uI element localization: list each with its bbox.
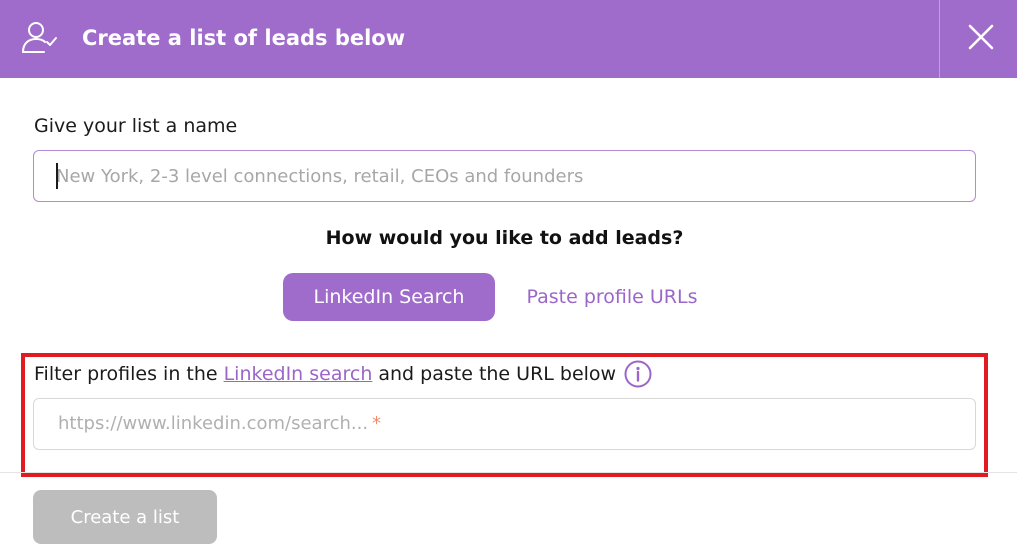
create-list-dialog: Create a list of leads below Give your l… (0, 0, 1017, 555)
filter-suffix: and paste the URL below (378, 363, 617, 385)
text-caret (56, 163, 58, 189)
tab-paste-profile-urls[interactable]: Paste profile URLs (512, 273, 712, 321)
add-leads-question: How would you like to add leads? (325, 227, 684, 249)
list-name-label: Give your list a name (34, 115, 238, 137)
dialog-title: Create a list of leads below (82, 26, 406, 50)
list-name-input[interactable] (33, 150, 976, 202)
close-button[interactable] (960, 18, 1002, 60)
linkedin-url-input[interactable] (33, 398, 976, 450)
create-list-button[interactable]: Create a list (33, 490, 217, 544)
header-divider (939, 0, 940, 78)
filter-instruction: Filter profiles in the LinkedIn search a… (34, 360, 652, 388)
user-check-icon (20, 20, 60, 56)
tab-linkedin-search[interactable]: LinkedIn Search (283, 273, 495, 321)
footer-divider (0, 472, 1017, 473)
dialog-header: Create a list of leads below (0, 0, 1017, 78)
filter-prefix: Filter profiles in the (34, 363, 218, 385)
linkedin-search-link[interactable]: LinkedIn search (224, 361, 373, 387)
close-icon (968, 24, 994, 54)
info-icon[interactable] (624, 360, 652, 388)
